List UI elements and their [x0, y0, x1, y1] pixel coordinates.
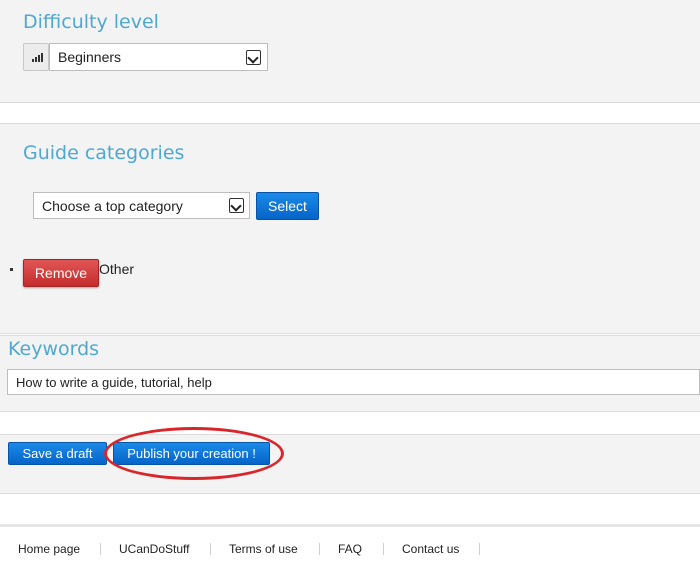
keywords-input[interactable] — [7, 369, 700, 395]
category-item-label: Other — [99, 261, 135, 277]
chevron-down-icon[interactable] — [246, 50, 261, 65]
highlight-ellipse — [104, 427, 284, 480]
remove-category-button[interactable]: Remove — [23, 259, 99, 287]
save-draft-button[interactable]: Save a draft — [8, 442, 107, 465]
footer-link-terms[interactable]: Terms of use — [229, 542, 298, 556]
signal-bars-icon — [23, 43, 49, 71]
footer-separator — [479, 543, 480, 555]
footer-separator — [383, 543, 384, 555]
chevron-down-icon[interactable] — [229, 198, 244, 213]
difficulty-title: Difficulty level — [23, 11, 159, 33]
top-category-placeholder: Choose a top category — [42, 198, 183, 214]
footer-link-faq[interactable]: FAQ — [338, 542, 362, 556]
categories-title: Guide categories — [23, 142, 185, 164]
footer-separator — [100, 543, 101, 555]
difficulty-panel: Difficulty level Beginners — [0, 0, 700, 103]
keywords-title: Keywords — [8, 338, 100, 360]
footer-separator — [319, 543, 320, 555]
select-category-button[interactable]: Select — [256, 192, 319, 220]
footer: Home page UCanDoStuff Terms of use FAQ C… — [0, 524, 700, 578]
list-bullet — [10, 268, 13, 271]
difficulty-selected-value: Beginners — [58, 49, 122, 65]
footer-link-contact[interactable]: Contact us — [402, 542, 459, 556]
footer-link-home[interactable]: Home page — [18, 542, 80, 556]
footer-link-ucandostuff[interactable]: UCanDoStuff — [119, 542, 189, 556]
difficulty-select[interactable]: Beginners — [49, 43, 268, 71]
footer-separator — [210, 543, 211, 555]
top-category-select[interactable]: Choose a top category — [33, 192, 250, 219]
